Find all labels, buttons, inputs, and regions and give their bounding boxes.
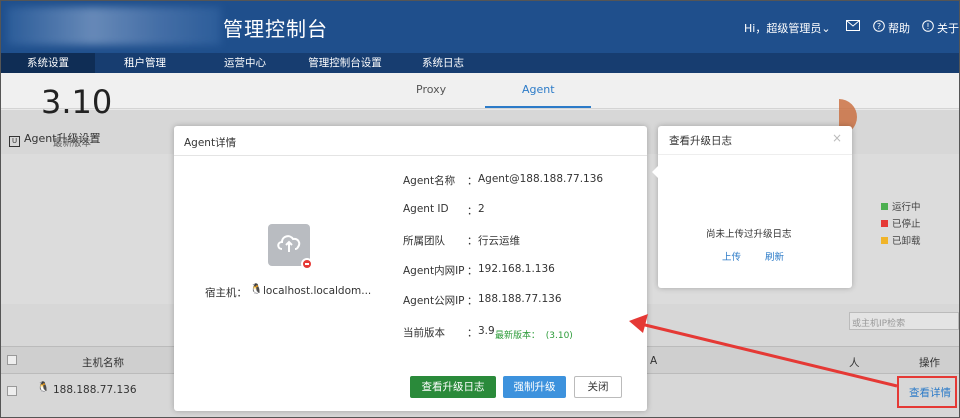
team-colon: ： — [467, 235, 478, 247]
current-version-value: 3.9 — [478, 325, 495, 337]
popover-title: 查看升级日志 — [669, 135, 732, 147]
agent-detail-modal: Agent详情 宿主机： 🐧 localhost.localdom... Age… — [174, 126, 647, 411]
agent-id-colon: ： — [467, 205, 478, 217]
user-menu[interactable]: Hi，超级管理员⌄ — [744, 20, 831, 36]
legend-item-uninstalled: 已卸载 — [881, 233, 921, 247]
mail-icon[interactable] — [846, 20, 860, 33]
internal-ip-value: 192.168.1.136 — [478, 263, 555, 275]
latest-version-note: 最新版本： (3.10) — [495, 328, 573, 341]
internal-ip-colon: ： — [467, 265, 478, 277]
tab-agent[interactable]: Agent — [522, 83, 555, 96]
main-nav: 系统设置 租户管理 运营中心 管理控制台设置 系统日志 — [1, 53, 959, 73]
team-label: 所属团队 — [403, 235, 445, 247]
column-hostname: 主机名称 — [82, 357, 124, 369]
agent-name-value: Agent@188.188.77.136 — [478, 173, 604, 185]
public-ip-value: 188.188.77.136 — [478, 293, 562, 305]
upload-link[interactable]: 上传 — [722, 249, 741, 263]
column-action: 操作 — [919, 357, 940, 369]
legend-item-stopped: 已停止 — [881, 216, 921, 230]
nav-item-operations-center[interactable]: 运营中心 — [195, 53, 295, 73]
latest-version-label: 最新版本： — [495, 331, 541, 341]
public-ip-label: Agent公网IP — [403, 295, 465, 307]
sub-tabs: Proxy Agent — [1, 73, 959, 109]
top-header: 管理控制台 Hi，超级管理员⌄ ? 帮助 ! 关于 — [1, 1, 959, 53]
legend-label: 已停止 — [892, 219, 921, 230]
legend-label: 已卸载 — [892, 236, 921, 247]
popover-arrow — [652, 166, 658, 178]
screen: 管理控制台 Hi，超级管理员⌄ ? 帮助 ! 关于 系统设置 租户管理 运营中心… — [0, 0, 960, 418]
nav-item-system-log[interactable]: 系统日志 — [395, 53, 491, 73]
internal-ip-label: Agent内网IP — [403, 265, 465, 277]
legend-swatch — [881, 220, 888, 227]
agent-name-label: Agent名称 — [403, 175, 456, 187]
help-icon[interactable]: ? — [873, 20, 885, 34]
column-a: A — [650, 355, 658, 367]
agent-cloud-icon — [268, 224, 313, 270]
blurred-logo — [7, 7, 221, 45]
upgrade-log-popover: 查看升级日志 × 尚未上传过升级日志 上传 刷新 — [652, 126, 852, 288]
svg-text:?: ? — [877, 22, 881, 31]
modal-title: Agent详情 — [184, 137, 237, 149]
info-icon[interactable]: ! — [922, 20, 934, 34]
app-title: 管理控制台 — [223, 17, 328, 41]
help-link[interactable]: 帮助 — [888, 20, 910, 36]
view-upgrade-log-button[interactable]: 查看升级日志 — [410, 376, 496, 398]
popover-divider — [658, 154, 852, 155]
modal-divider — [174, 155, 647, 156]
nav-item-system-settings[interactable]: 系统设置 — [1, 53, 95, 73]
column-person: 人 — [849, 357, 860, 369]
agent-id-value: 2 — [478, 203, 485, 215]
row-checkbox[interactable] — [7, 386, 17, 396]
agent-name-colon: ： — [467, 175, 478, 187]
refresh-link[interactable]: 刷新 — [765, 249, 784, 263]
host-value: localhost.localdom... — [263, 285, 372, 297]
current-version-colon: ： — [467, 327, 478, 339]
error-badge-icon — [301, 258, 313, 270]
latest-version-label: 最新版本 — [53, 138, 92, 149]
search-input[interactable]: 或主机IP检索 — [849, 312, 959, 330]
about-link[interactable]: 关于 — [937, 20, 959, 36]
agent-id-label: Agent ID — [403, 203, 449, 215]
latest-version-number: 3.10 — [41, 83, 113, 121]
select-all-checkbox[interactable] — [7, 355, 17, 365]
team-value: 行云运维 — [478, 235, 520, 247]
user-menu-label: Hi，超级管理员 — [744, 22, 822, 35]
linux-icon: 🐧 — [37, 382, 50, 393]
close-button[interactable]: 关闭 — [574, 376, 622, 398]
linux-icon: 🐧 — [250, 284, 263, 295]
svg-text:!: ! — [926, 22, 929, 31]
close-icon[interactable]: × — [832, 131, 842, 145]
legend-label: 运行中 — [892, 202, 921, 213]
row-hostname: 188.188.77.136 — [53, 384, 137, 396]
active-tab-indicator — [485, 106, 591, 108]
annotation-highlight-box — [897, 376, 957, 408]
force-upgrade-button[interactable]: 强制升级 — [503, 376, 566, 398]
public-ip-colon: ： — [467, 295, 478, 307]
chevron-down-icon: ⌄ — [821, 22, 831, 35]
legend-swatch — [881, 237, 888, 244]
host-label: 宿主机： — [205, 287, 247, 299]
upgrade-settings-icon: U — [9, 136, 20, 147]
nav-item-console-settings[interactable]: 管理控制台设置 — [295, 53, 395, 73]
latest-version-value: (3.10) — [545, 331, 573, 341]
empty-log-message: 尚未上传过升级日志 — [706, 229, 792, 240]
legend-swatch — [881, 203, 888, 210]
current-version-label: 当前版本 — [403, 327, 445, 339]
nav-item-tenant-management[interactable]: 租户管理 — [95, 53, 195, 73]
cloud-upload-icon — [277, 235, 301, 252]
tab-proxy[interactable]: Proxy — [416, 83, 446, 96]
legend-item-running: 运行中 — [881, 199, 921, 213]
